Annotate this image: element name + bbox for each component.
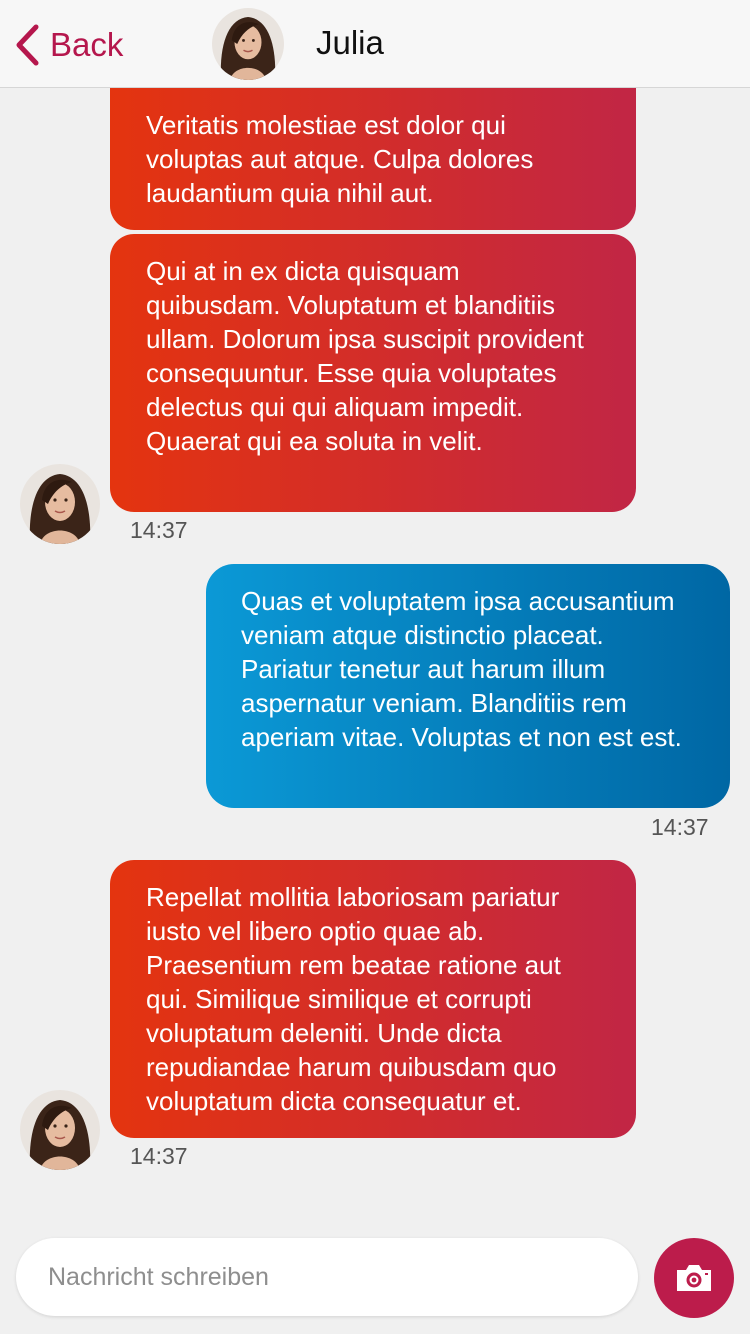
message-bubble-incoming: Veritatis molestiae est dolor qui volupt… [110, 88, 636, 230]
back-button[interactable]: Back [14, 22, 123, 68]
message-composer [16, 1238, 638, 1316]
camera-icon [677, 1265, 711, 1291]
message-time: 14:37 [651, 814, 709, 840]
message-text: Quas et voluptatem ipsa accusantium veni… [241, 586, 682, 752]
message-bubble-incoming: Qui at in ex dicta quisquam quibusdam. V… [110, 234, 636, 512]
message-bubble-outgoing: Quas et voluptatem ipsa accusantium veni… [206, 564, 730, 808]
message-time: 14:37 [130, 1143, 188, 1169]
message-text: Repellat mollitia laboriosam pariatur iu… [146, 882, 561, 1116]
contact-name: Julia [316, 24, 384, 61]
message-bubble-incoming: Repellat mollitia laboriosam pariatur iu… [110, 860, 636, 1138]
message-text: Qui at in ex dicta quisquam quibusdam. V… [146, 256, 584, 456]
camera-button[interactable] [654, 1238, 734, 1318]
sender-avatar [20, 464, 100, 544]
chat-screen: Back Julia Veritatis molestiae est dolor… [0, 0, 750, 1334]
message-text: Veritatis molestiae est dolor qui volupt… [146, 110, 534, 208]
chat-header: Back Julia [0, 0, 750, 88]
chevron-left-icon [16, 24, 39, 66]
message-input[interactable] [48, 1262, 608, 1292]
message-list[interactable]: Veritatis molestiae est dolor qui volupt… [0, 88, 750, 1228]
back-label: Back [50, 26, 124, 63]
sender-avatar [20, 1090, 100, 1170]
contact-avatar[interactable] [212, 8, 284, 80]
message-time: 14:37 [130, 517, 188, 543]
